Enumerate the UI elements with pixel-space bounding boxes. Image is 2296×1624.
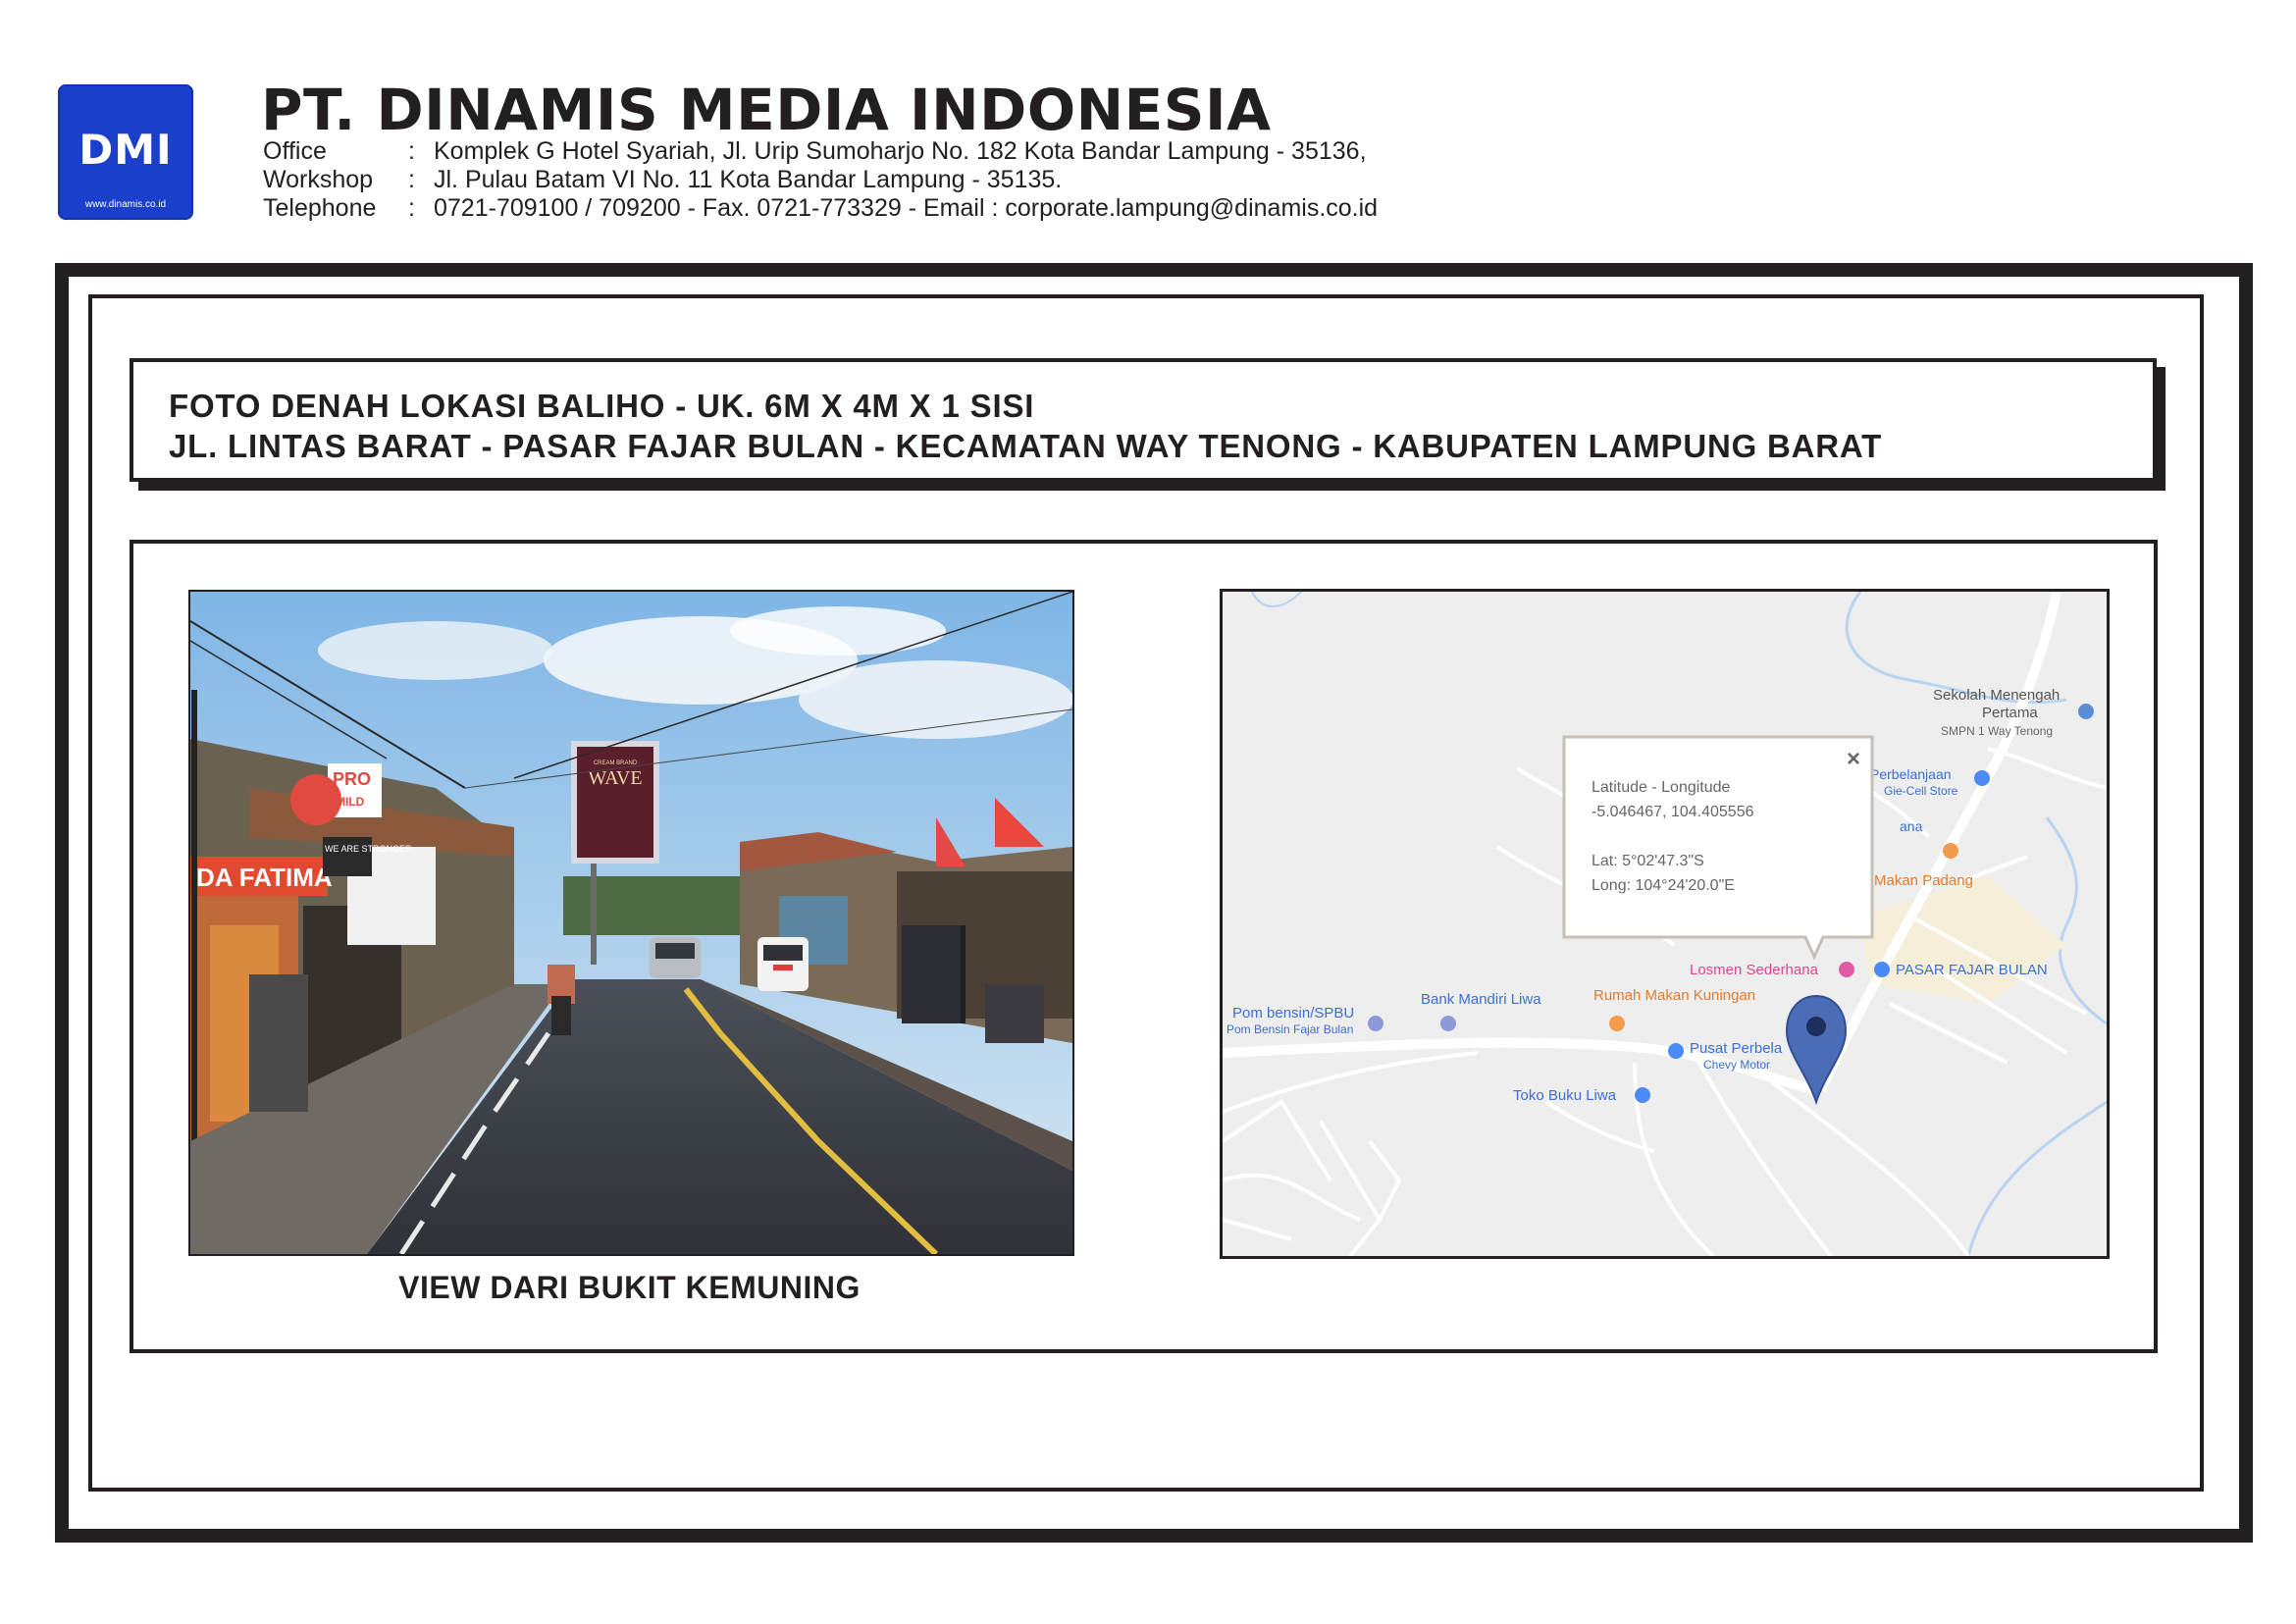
school-poi-icon[interactable] xyxy=(2078,704,2094,719)
market-poi-icon[interactable] xyxy=(1874,962,1890,977)
map-label-losmen: Losmen Sederhana xyxy=(1690,962,1819,978)
map-label-perbelanjaan: Perbelanjaan xyxy=(1870,766,1952,782)
contact-block: Office : Komplek G Hotel Syariah, Jl. Ur… xyxy=(263,137,1378,223)
photo-caption: VIEW DARI BUKIT KEMUNING xyxy=(398,1270,861,1305)
coordinate-popup: Latitude - Longitude -5.046467, 104.4055… xyxy=(1562,735,1874,961)
map-label-smk1: Sekolah Menengah xyxy=(1933,687,2060,704)
bookstore-poi-icon[interactable] xyxy=(1635,1087,1650,1103)
contact-row-telephone: Telephone : 0721-709100 / 709200 - Fax. … xyxy=(263,194,1378,223)
hotel-poi-icon[interactable] xyxy=(1839,962,1854,977)
stronger-sign-text: WE ARE STRONGER xyxy=(325,844,412,854)
billboard-small-text: CREAM BRAND xyxy=(594,760,638,766)
promild-sign-mild: MILD xyxy=(336,795,365,809)
shopping-poi-icon[interactable] xyxy=(1974,770,1990,786)
map-label-pom2: Pom Bensin Fajar Bulan xyxy=(1226,1022,1353,1036)
map-label-makan-padang: Makan Padang xyxy=(1874,872,1973,889)
gas-station-poi-icon[interactable] xyxy=(1368,1016,1383,1031)
map-label-chevy: Chevy Motor xyxy=(1703,1058,1770,1072)
company-name: PT. DINAMIS MEDIA INDONESIA xyxy=(261,77,1272,143)
popup-longitude: Long: 104°24'20.0"E xyxy=(1592,877,1735,894)
popup-latlng-label: Latitude - Longitude xyxy=(1592,779,1731,796)
map-label-pom1: Pom bensin/SPBU xyxy=(1232,1005,1354,1022)
contact-row-office: Office : Komplek G Hotel Syariah, Jl. Ur… xyxy=(263,137,1378,166)
map-label-giecell: Gie-Cell Store xyxy=(1884,784,1958,798)
contact-label: Office xyxy=(263,137,327,165)
popup-latitude: Lat: 5°02'47.3"S xyxy=(1592,853,1704,869)
contact-separator: : xyxy=(408,137,415,165)
title-line-1: FOTO DENAH LOKASI BALIHO - UK. 6M X 4M X… xyxy=(169,388,1035,424)
restaurant-poi-icon[interactable] xyxy=(1943,843,1958,859)
restaurant-poi-icon-2[interactable] xyxy=(1609,1016,1625,1031)
contact-label: Workshop xyxy=(263,166,374,193)
logo-abbreviation: DMI xyxy=(78,126,173,174)
map-label-pusat: Pusat Perbela xyxy=(1690,1040,1783,1057)
company-logo: DMI www.dinamis.co.id xyxy=(58,84,193,220)
contact-row-workshop: Workshop : Jl. Pulau Batam VI No. 11 Kot… xyxy=(263,166,1378,194)
contact-label: Telephone xyxy=(263,194,377,222)
map-label-rumah-makan: Rumah Makan Kuningan xyxy=(1593,987,1755,1004)
location-map[interactable]: Sekolah Menengah Pertama SMPN 1 Way Teno… xyxy=(1220,589,2110,1259)
contact-separator: : xyxy=(408,166,415,193)
shop-sign-text: DA FATIMA xyxy=(196,863,333,892)
promild-sign-pro: PRO xyxy=(333,769,371,789)
logo-url: www.dinamis.co.id xyxy=(84,199,167,210)
street-photo-drawing: DA FATIMA PRO MILD WE ARE STRONGER WAVE … xyxy=(190,592,1072,1254)
shop-poi-icon[interactable] xyxy=(1668,1043,1684,1059)
bank-poi-icon[interactable] xyxy=(1440,1016,1456,1031)
contact-value: 0721-709100 / 709200 - Fax. 0721-773329 … xyxy=(434,194,1379,222)
popup-latlng-value: -5.046467, 104.405556 xyxy=(1592,804,1754,820)
map-label-smpn: SMPN 1 Way Tenong xyxy=(1941,724,2053,738)
map-label-pasar: PASAR FAJAR BULAN xyxy=(1896,962,2048,978)
street-photo: DA FATIMA PRO MILD WE ARE STRONGER WAVE … xyxy=(188,590,1074,1256)
contact-value: Komplek G Hotel Syariah, Jl. Urip Sumoha… xyxy=(434,137,1367,165)
map-label-ana: ana xyxy=(1900,818,1923,834)
map-label-smk2: Pertama xyxy=(1982,705,2038,721)
contact-value: Jl. Pulau Batam VI No. 11 Kota Bandar La… xyxy=(434,166,1063,193)
popup-close-icon[interactable]: × xyxy=(1847,746,1860,772)
map-label-toko: Toko Buku Liwa xyxy=(1513,1087,1617,1104)
title-box: FOTO DENAH LOKASI BALIHO - UK. 6M X 4M X… xyxy=(130,358,2157,482)
map-label-bank: Bank Mandiri Liwa xyxy=(1421,991,1541,1008)
contact-separator: : xyxy=(408,194,415,222)
map-drawing: Sekolah Menengah Pertama SMPN 1 Way Teno… xyxy=(1223,592,2107,1256)
title-line-2: JL. LINTAS BARAT - PASAR FAJAR BULAN - K… xyxy=(169,428,1883,464)
